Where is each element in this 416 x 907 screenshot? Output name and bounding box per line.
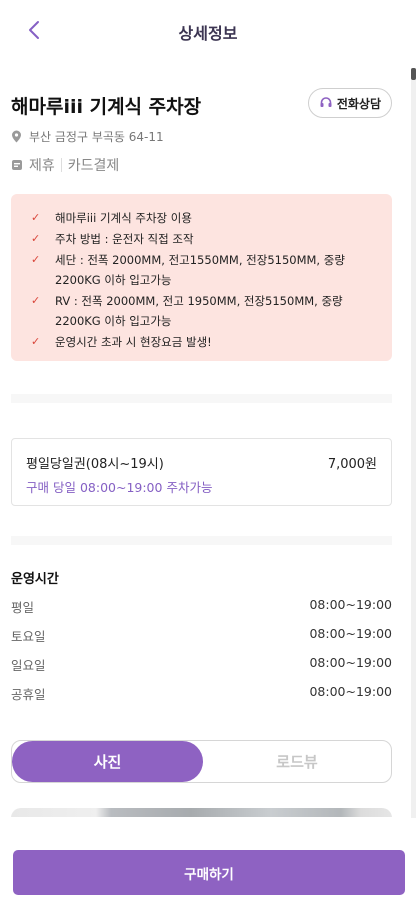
hours-time: 08:00~19:00 xyxy=(309,655,392,670)
hours-time: 08:00~19:00 xyxy=(309,597,392,612)
notice-text: 세단 : 전폭 2000MM, 전고1550MM, 전장5150MM, 중량 2… xyxy=(55,253,345,287)
parking-photo[interactable] xyxy=(11,808,392,817)
operating-hours-section: 운영시간 평일 08:00~19:00 토요일 08:00~19:00 일요일 … xyxy=(11,568,392,713)
notice-text: 해마루iii 기계식 주차장 이용 xyxy=(55,211,192,225)
notice-item: ✓ 운영시간 초과 시 현장요금 발생! xyxy=(31,332,378,352)
hours-day: 평일 xyxy=(11,600,35,615)
tab-roadview[interactable]: 로드뷰 xyxy=(203,741,391,782)
check-icon: ✓ xyxy=(31,335,41,348)
notice-text: RV : 전폭 2000MM, 전고 1950MM, 전장5150MM, 중량 … xyxy=(55,294,343,328)
hours-row: 공휴일 08:00~19:00 xyxy=(11,684,392,713)
notice-box: ✓ 해마루iii 기계식 주차장 이용 ✓ 주차 방법 : 운전자 직접 조작 … xyxy=(11,194,392,361)
purchase-button[interactable]: 구매하기 xyxy=(13,850,405,895)
section-divider xyxy=(11,536,392,545)
ticket-card[interactable]: 평일당일권(08시~19시) 7,000원 구매 당일 08:00~19:00 … xyxy=(11,438,392,506)
phone-consult-label: 전화상담 xyxy=(336,96,381,111)
hours-day: 일요일 xyxy=(11,658,46,673)
bottom-action-bar: 구매하기 xyxy=(0,818,416,907)
page-title: 상세정보 xyxy=(178,24,238,43)
check-icon: ✓ xyxy=(31,294,41,307)
tag-icon xyxy=(12,160,22,170)
address-row: 부산 금정구 부곡동 64-11 xyxy=(11,128,164,145)
hours-row: 일요일 08:00~19:00 xyxy=(11,655,392,684)
scrollbar-track[interactable] xyxy=(411,68,416,818)
notice-item: ✓ 주차 방법 : 운전자 직접 조작 xyxy=(31,229,378,249)
check-icon: ✓ xyxy=(31,253,41,266)
hours-day: 공휴일 xyxy=(11,687,46,702)
tab-photo[interactable]: 사진 xyxy=(12,741,203,782)
title-row: 해마루iii 기계식 주차장 전화상담 xyxy=(11,88,392,120)
hours-row: 토요일 08:00~19:00 xyxy=(11,626,392,655)
ticket-availability: 구매 당일 08:00~19:00 주차가능 xyxy=(26,480,213,495)
check-icon: ✓ xyxy=(31,211,41,224)
ticket-price: 7,000원 xyxy=(327,457,377,472)
phone-consult-button[interactable]: 전화상담 xyxy=(307,88,392,118)
parking-lot-name: 해마루iii 기계식 주차장 xyxy=(11,96,202,118)
ticket-name: 평일당일권(08시~19시) xyxy=(26,457,164,472)
address-text: 부산 금정구 부곡동 64-11 xyxy=(29,130,164,144)
hours-day: 토요일 xyxy=(11,629,46,644)
scrollbar-thumb[interactable] xyxy=(411,68,416,80)
hours-time: 08:00~19:00 xyxy=(309,684,392,699)
top-bar: 상세정보 xyxy=(0,0,416,62)
media-tabs: 사진 로드뷰 xyxy=(11,740,392,783)
headset-icon xyxy=(320,97,332,107)
tag-partner: 제휴 xyxy=(29,158,55,174)
hours-time: 08:00~19:00 xyxy=(309,626,392,641)
section-divider xyxy=(11,394,392,403)
notice-item: ✓ 해마루iii 기계식 주차장 이용 xyxy=(31,208,378,228)
notice-text: 주차 방법 : 운전자 직접 조작 xyxy=(55,232,194,246)
notice-item: ✓ 세단 : 전폭 2000MM, 전고1550MM, 전장5150MM, 중량… xyxy=(31,250,378,290)
check-icon: ✓ xyxy=(31,232,41,245)
tag-separator xyxy=(60,158,62,172)
operating-hours-title: 운영시간 xyxy=(11,572,59,587)
tag-row: 제휴 카드결제 xyxy=(11,155,119,175)
location-pin-icon xyxy=(12,130,21,143)
notice-item: ✓ RV : 전폭 2000MM, 전고 1950MM, 전장5150MM, 중… xyxy=(31,291,378,331)
hours-row: 평일 08:00~19:00 xyxy=(11,597,392,626)
tag-card-payment: 카드결제 xyxy=(67,158,120,174)
notice-text: 운영시간 초과 시 현장요금 발생! xyxy=(55,335,212,349)
detail-content: 해마루iii 기계식 주차장 전화상담 부산 금정구 부곡동 64-11 제휴 … xyxy=(0,62,411,817)
